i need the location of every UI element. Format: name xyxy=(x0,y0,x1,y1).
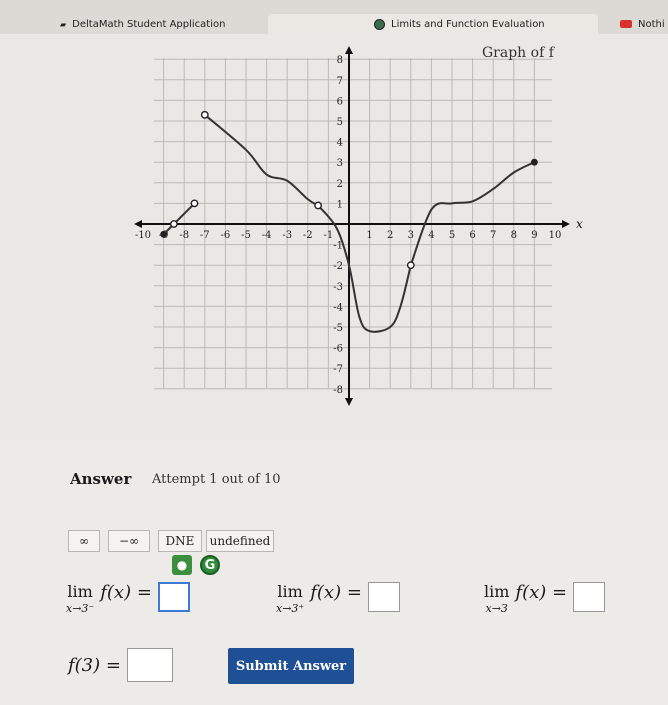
lim-word: lim xyxy=(277,582,303,601)
x-axis-arrow xyxy=(562,220,570,228)
right-limit-input[interactable] xyxy=(367,582,400,612)
y-tick-label: -7 xyxy=(333,364,343,375)
limit-operator: lim x→3 xyxy=(484,582,509,615)
y-tick-label: 6 xyxy=(337,96,343,107)
left-limit-row: lim x→3⁻ f(x) = xyxy=(66,582,190,626)
f-of-3-row: f(3) = xyxy=(68,648,173,682)
x-tick-label: 9 xyxy=(531,230,537,241)
grammarly-icon[interactable]: G xyxy=(200,555,220,575)
attempt-counter: Attempt 1 out of 10 xyxy=(152,472,281,487)
x-tick-label: 8 xyxy=(511,230,517,241)
y-tick-label: -5 xyxy=(333,323,343,334)
x-tick-label: 3 xyxy=(408,230,414,241)
dne-button[interactable]: DNE xyxy=(158,530,202,552)
undefined-button[interactable]: undefined xyxy=(206,530,274,552)
x-tick-label: 2 xyxy=(387,230,393,241)
y-tick-label: -2 xyxy=(333,261,343,272)
y-tick-label: 8 xyxy=(337,55,343,66)
f-of-3-label: f(3) = xyxy=(68,654,121,676)
y-tick-label: 4 xyxy=(337,138,343,149)
x-tick-label: -1 xyxy=(324,230,334,241)
x-tick-label: -3 xyxy=(282,230,292,241)
y-tick-label: -6 xyxy=(333,344,343,355)
y-axis-arrow xyxy=(345,46,353,54)
y-tick-label: -3 xyxy=(333,282,343,293)
lim-subscript: x→3⁺ xyxy=(276,602,305,615)
x-axis-label: x xyxy=(576,217,583,231)
limit-expression: f(x) = xyxy=(100,582,152,603)
x-tick-label: 6 xyxy=(469,230,475,241)
graph-title: Graph of f xyxy=(482,45,554,61)
x-tick-label: 5 xyxy=(449,230,455,241)
x-tick-label: -5 xyxy=(241,230,251,241)
y-tick-label: 3 xyxy=(337,158,343,169)
open-point xyxy=(169,220,178,228)
submit-answer-button[interactable]: Submit Answer xyxy=(228,648,354,684)
lim-subscript: x→3⁻ xyxy=(66,602,95,615)
right-limit-row: lim x→3⁺ f(x) = xyxy=(276,582,400,626)
y-tick-label: -4 xyxy=(333,302,343,313)
x-tick-label: -10 xyxy=(135,230,151,241)
limit-expression: f(x) = xyxy=(515,582,568,603)
x-tick-label: 7 xyxy=(490,230,496,241)
x-tick-label: -4 xyxy=(262,230,272,241)
y-tick-label: 1 xyxy=(337,199,343,210)
x-axis-arrow-left xyxy=(134,220,142,228)
hint-lightbulb-icon[interactable]: ● xyxy=(172,555,192,575)
open-point xyxy=(406,261,415,270)
function-graph: -10-9-8-7-6-5-4-3-2-11234567891087654321… xyxy=(134,46,583,406)
limit-operator: lim x→3⁺ xyxy=(276,582,304,615)
limit-operator: lim x→3⁻ xyxy=(66,582,94,615)
limit-expression: f(x) = xyxy=(310,582,362,603)
y-tick-label: 5 xyxy=(337,117,343,128)
x-tick-label: -8 xyxy=(179,230,189,241)
closed-point xyxy=(531,158,538,166)
x-tick-label: 4 xyxy=(428,230,434,241)
y-tick-label: 2 xyxy=(337,179,343,190)
two-sided-limit-row: lim x→3 f(x) = xyxy=(484,582,606,626)
open-point xyxy=(200,110,209,119)
x-tick-label: -6 xyxy=(221,230,231,241)
closed-point xyxy=(160,230,168,238)
y-tick-label: -8 xyxy=(333,385,343,396)
helper-toolbar: ● G xyxy=(172,555,220,575)
lim-word: lim xyxy=(484,582,510,601)
x-tick-label: -7 xyxy=(200,230,210,241)
x-tick-label: 10 xyxy=(549,230,562,241)
infinity-button[interactable]: ∞ xyxy=(68,530,100,552)
x-tick-label: -2 xyxy=(303,230,313,241)
y-axis-arrow-down xyxy=(345,398,353,406)
x-tick-label: 1 xyxy=(366,230,372,241)
y-tick-label: 7 xyxy=(337,76,343,87)
two-sided-limit-input[interactable] xyxy=(573,582,606,612)
open-point xyxy=(314,201,322,210)
answer-heading: Answer xyxy=(70,470,132,488)
f-of-3-input[interactable] xyxy=(126,648,173,682)
open-point xyxy=(190,199,199,208)
left-limit-input[interactable] xyxy=(157,582,190,612)
lim-word: lim xyxy=(67,582,93,601)
lim-subscript: x→3 xyxy=(485,602,508,615)
function-curve-segment xyxy=(204,114,319,207)
negative-infinity-button[interactable]: −∞ xyxy=(108,530,150,552)
